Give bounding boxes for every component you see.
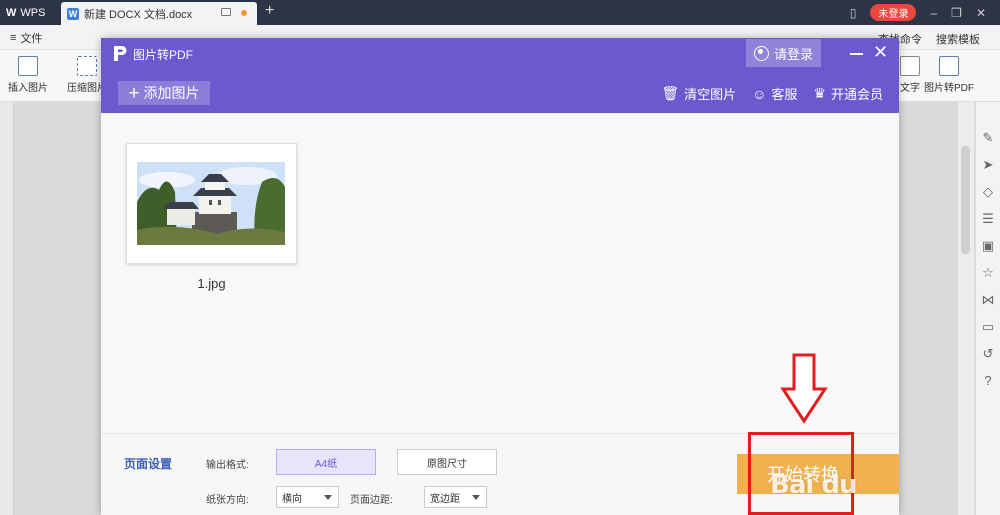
wps-label: WPS: [20, 6, 46, 19]
customer-service-button[interactable]: ☺ 客服: [752, 84, 797, 103]
help-icon[interactable]: ?: [984, 373, 991, 388]
wps-logo-icon: W: [6, 6, 17, 19]
baidu-watermark: Bai du: [770, 470, 857, 500]
compress-icon: [77, 56, 97, 76]
image-file-name: 1.jpg: [197, 276, 226, 291]
plus-icon: +: [128, 82, 140, 104]
membership-button[interactable]: ♛ 开通会员: [813, 84, 883, 103]
document-tab-title: 新建 DOCX 文档.docx: [84, 8, 193, 21]
orientation-value: 横向: [282, 493, 302, 505]
format-a4-option[interactable]: A4纸: [276, 449, 376, 475]
archive-icon[interactable]: ▭: [982, 319, 994, 335]
dialog-close-icon[interactable]: ✕: [873, 43, 888, 61]
header-actions: 🗑 清空图片 ☺ 客服 ♛ 开通会员: [661, 84, 883, 103]
membership-label: 开通会员: [830, 87, 883, 102]
search-template[interactable]: 搜索模板: [936, 31, 980, 47]
clear-images-button[interactable]: 🗑 清空图片: [661, 84, 736, 103]
star-icon[interactable]: ☆: [982, 265, 994, 281]
trash-icon: 🗑: [661, 85, 680, 101]
image-thumbnail-card[interactable]: [126, 143, 297, 264]
format-original-option[interactable]: 原图尺寸: [397, 449, 497, 475]
format-a4-label: A4纸: [314, 458, 338, 470]
scrollbar-thumb[interactable]: [961, 146, 970, 254]
titlebar-right: ▯ 未登录 – ❐ ✕: [850, 0, 1000, 25]
add-image-button[interactable]: + 添加图片: [118, 81, 210, 105]
image-icon: [18, 56, 38, 76]
format-original-label: 原图尺寸: [427, 458, 467, 470]
gallery-icon[interactable]: ▣: [982, 238, 994, 254]
right-toolbar: ✎ ➤ ◇ ☰ ▣ ☆ ⋈ ▭ ↺ ?: [975, 102, 1000, 515]
new-tab-button[interactable]: +: [265, 2, 274, 20]
margin-label: 页面边距:: [350, 495, 393, 506]
vertical-scrollbar[interactable]: [958, 102, 974, 515]
insert-image-label: 插入图片: [8, 83, 48, 94]
image-to-text-label: 文字: [900, 83, 920, 94]
login-label: 请登录: [773, 46, 813, 62]
user-icon: [753, 45, 769, 61]
file-menu-label: 文件: [20, 33, 43, 45]
monitor-icon[interactable]: [221, 8, 231, 16]
page-settings-label: 页面设置: [124, 457, 173, 471]
hamburger-icon: ≡: [10, 32, 17, 44]
title-bar: W WPS W 新建 DOCX 文档.docx + ▯ 未登录 – ❐ ✕: [0, 0, 1000, 25]
wps-home-tab[interactable]: W WPS: [0, 0, 60, 25]
text-icon: [900, 56, 920, 76]
pen-icon[interactable]: ✎: [983, 130, 994, 146]
orientation-select[interactable]: 横向: [276, 486, 339, 508]
chat-icon: ☺: [752, 85, 767, 102]
clear-images-label: 清空图片: [684, 87, 737, 102]
share-icon[interactable]: ⋈: [982, 292, 995, 308]
castle-photo: [137, 162, 285, 245]
orientation-label: 纸张方向:: [206, 495, 249, 506]
unsaved-dot-icon: [241, 10, 247, 16]
pdf-logo-icon: [114, 46, 127, 61]
cursor-icon[interactable]: ➤: [983, 157, 994, 173]
login-button[interactable]: 请登录: [746, 39, 821, 67]
window-mode-icon[interactable]: ▯: [850, 6, 857, 20]
dialog-minimize-icon[interactable]: [850, 53, 863, 55]
add-image-label: 添加图片: [143, 85, 200, 101]
file-menu[interactable]: ≡ 文件: [10, 30, 42, 46]
document-tab[interactable]: W 新建 DOCX 文档.docx: [61, 2, 257, 25]
image-to-text-button[interactable]: 文字: [900, 56, 920, 94]
shapes-icon[interactable]: ◇: [983, 184, 993, 200]
history-icon[interactable]: ↺: [983, 346, 994, 362]
margin-value: 宽边距: [430, 493, 460, 505]
minimize-window-icon[interactable]: –: [930, 6, 937, 20]
pdf-icon: [939, 56, 959, 76]
down-arrow-annotation: [780, 353, 828, 424]
dialog-title: 图片转PDF: [133, 48, 194, 62]
image-to-pdf-label: 图片转PDF: [924, 83, 974, 94]
vertical-ruler: [0, 102, 14, 515]
login-status-badge[interactable]: 未登录: [870, 4, 917, 21]
margin-select[interactable]: 宽边距: [424, 486, 487, 508]
dialog-header: 图片转PDF 请登录 ✕ + 添加图片 🗑 清空图片 ☺ 客服 ♛ 开通会员: [101, 38, 899, 113]
insert-image-button[interactable]: 插入图片: [8, 56, 48, 94]
image-to-pdf-button[interactable]: 图片转PDF: [924, 56, 974, 94]
close-window-icon[interactable]: ✕: [976, 6, 986, 20]
settings-sliders-icon[interactable]: ☰: [982, 211, 994, 227]
maximize-window-icon[interactable]: ❐: [951, 6, 962, 20]
word-doc-icon: W: [67, 7, 79, 20]
customer-service-label: 客服: [771, 87, 798, 102]
crown-icon: ♛: [813, 85, 826, 101]
output-format-label: 输出格式:: [206, 460, 249, 471]
